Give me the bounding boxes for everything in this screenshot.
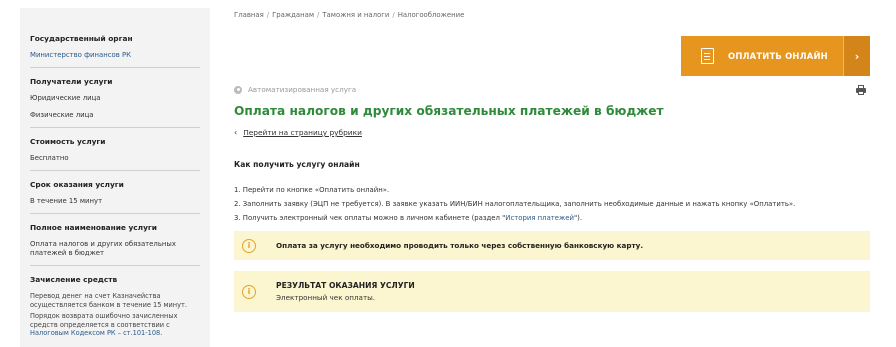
chevron-right-icon[interactable]: › (843, 36, 870, 76)
breadcrumb: Главная / Гражданам / Таможня и налоги / Налог… (234, 11, 464, 19)
payment-history-link[interactable]: История платежей (505, 214, 574, 222)
step3-pre: 3. Получить электронный чек оплаты можно… (234, 214, 506, 222)
breadcrumb-home[interactable]: Главная (234, 11, 264, 19)
service-type-label: Автоматизированная услуга (248, 85, 357, 94)
sidebar-duration: Срок оказания услуги В течение 15 минут (30, 180, 200, 214)
card-notice: i Оплата за услугу необходимо проводить … (234, 231, 870, 260)
breadcrumb-citizens[interactable]: Гражданам (272, 11, 314, 19)
service-result: i РЕЗУЛЬТАТ ОКАЗАНИЯ УСЛУГИ Электронный … (234, 271, 870, 312)
sidebar-crediting: Зачисление средств Перевод денег на счет… (30, 275, 200, 345)
refund-text-last: Налоговым Кодексом РК – ст.101-108. (30, 329, 200, 338)
service-type: Автоматизированная услуга (234, 85, 356, 94)
sidebar-heading: Полное наименование услуги (30, 223, 157, 232)
crediting-text: осуществляется банком в течение 15 минут… (30, 300, 187, 309)
notice-text: Оплата за услугу необходимо проводить то… (276, 241, 644, 250)
sidebar-recipients: Получатели услуги Юридические лица Физич… (30, 77, 200, 128)
howto-steps: 1. Перейти по кнопке «Оплатить онлайн». … (234, 183, 874, 225)
sidebar-heading: Стоимость услуги (30, 137, 106, 146)
sidebar-cost: Стоимость услуги Бесплатно (30, 137, 200, 171)
document-icon (701, 48, 714, 64)
back-to-rubric-link[interactable]: ‹ Перейти на страницу рубрики (234, 128, 362, 137)
result-heading: РЕЗУЛЬТАТ ОКАЗАНИЯ УСЛУГИ (276, 281, 415, 290)
sidebar-heading: Государственный орган (30, 34, 133, 43)
full-name-line: Оплата налогов и других обязательных (30, 240, 176, 248)
gear-icon (234, 85, 242, 94)
howto-step: 1. Перейти по кнопке «Оплатить онлайн». (234, 186, 390, 194)
back-link-label: Перейти на страницу рубрики (243, 128, 362, 137)
pay-online-main[interactable]: ОПЛАТИТЬ ОНЛАЙН (681, 36, 843, 76)
breadcrumb-customs[interactable]: Таможня и налоги (322, 11, 389, 19)
duration-value: В течение 15 минут (30, 197, 103, 205)
page-title: Оплата налогов и других обязательных пла… (234, 104, 664, 118)
full-name-line: платежей в бюджет (30, 249, 105, 257)
breadcrumb-separator: / (317, 11, 320, 19)
step3-post: "). (573, 214, 583, 222)
breadcrumb-taxation[interactable]: Налогообложение (398, 11, 465, 19)
howto-step: 3. Получить электронный чек оплаты можно… (234, 211, 874, 225)
sidebar-full-name: Полное наименование услуги Оплата налого… (30, 223, 200, 266)
cost-value: Бесплатно (30, 154, 69, 162)
howto-step: 2. Заполнить заявку (ЭЦП не требуется). … (234, 200, 796, 208)
result-content: РЕЗУЛЬТАТ ОКАЗАНИЯ УСЛУГИ Электронный че… (276, 281, 415, 302)
sidebar-heading: Зачисление средств (30, 275, 118, 284)
print-icon[interactable] (856, 85, 866, 95)
tax-code-link[interactable]: Налоговым Кодексом РК – ст.101-108 (30, 329, 160, 337)
refund-text: средств определяется в соответствии с (30, 320, 170, 329)
pay-online-button[interactable]: ОПЛАТИТЬ ОНЛАЙН › (681, 36, 870, 76)
result-text: Электронный чек оплаты. (276, 293, 376, 302)
info-icon: i (242, 238, 256, 253)
recipient-item: Физические лица (30, 111, 94, 119)
refund-text: Порядок возврата ошибочно зачисленных (30, 312, 178, 320)
printer-paper (858, 91, 864, 95)
crediting-text: Перевод денег на счет Казначейства (30, 292, 161, 300)
sidebar-heading: Срок оказания услуги (30, 180, 124, 189)
agency-link[interactable]: Министерство финансов РК (30, 51, 200, 60)
sidebar-agency: Государственный орган Министерство финан… (30, 34, 200, 68)
breadcrumb-separator: / (392, 11, 395, 19)
sidebar-heading: Получатели услуги (30, 77, 113, 86)
pay-online-label: ОПЛАТИТЬ ОНЛАЙН (728, 51, 828, 61)
howto-heading: Как получить услугу онлайн (234, 160, 360, 169)
breadcrumb-separator: / (266, 11, 270, 19)
chevron-left-icon: ‹ (234, 128, 238, 137)
info-icon: i (242, 284, 256, 299)
refund-end: . (160, 329, 163, 337)
sidebar: Государственный орган Министерство финан… (20, 8, 210, 347)
recipient-item: Юридические лица (30, 94, 101, 102)
